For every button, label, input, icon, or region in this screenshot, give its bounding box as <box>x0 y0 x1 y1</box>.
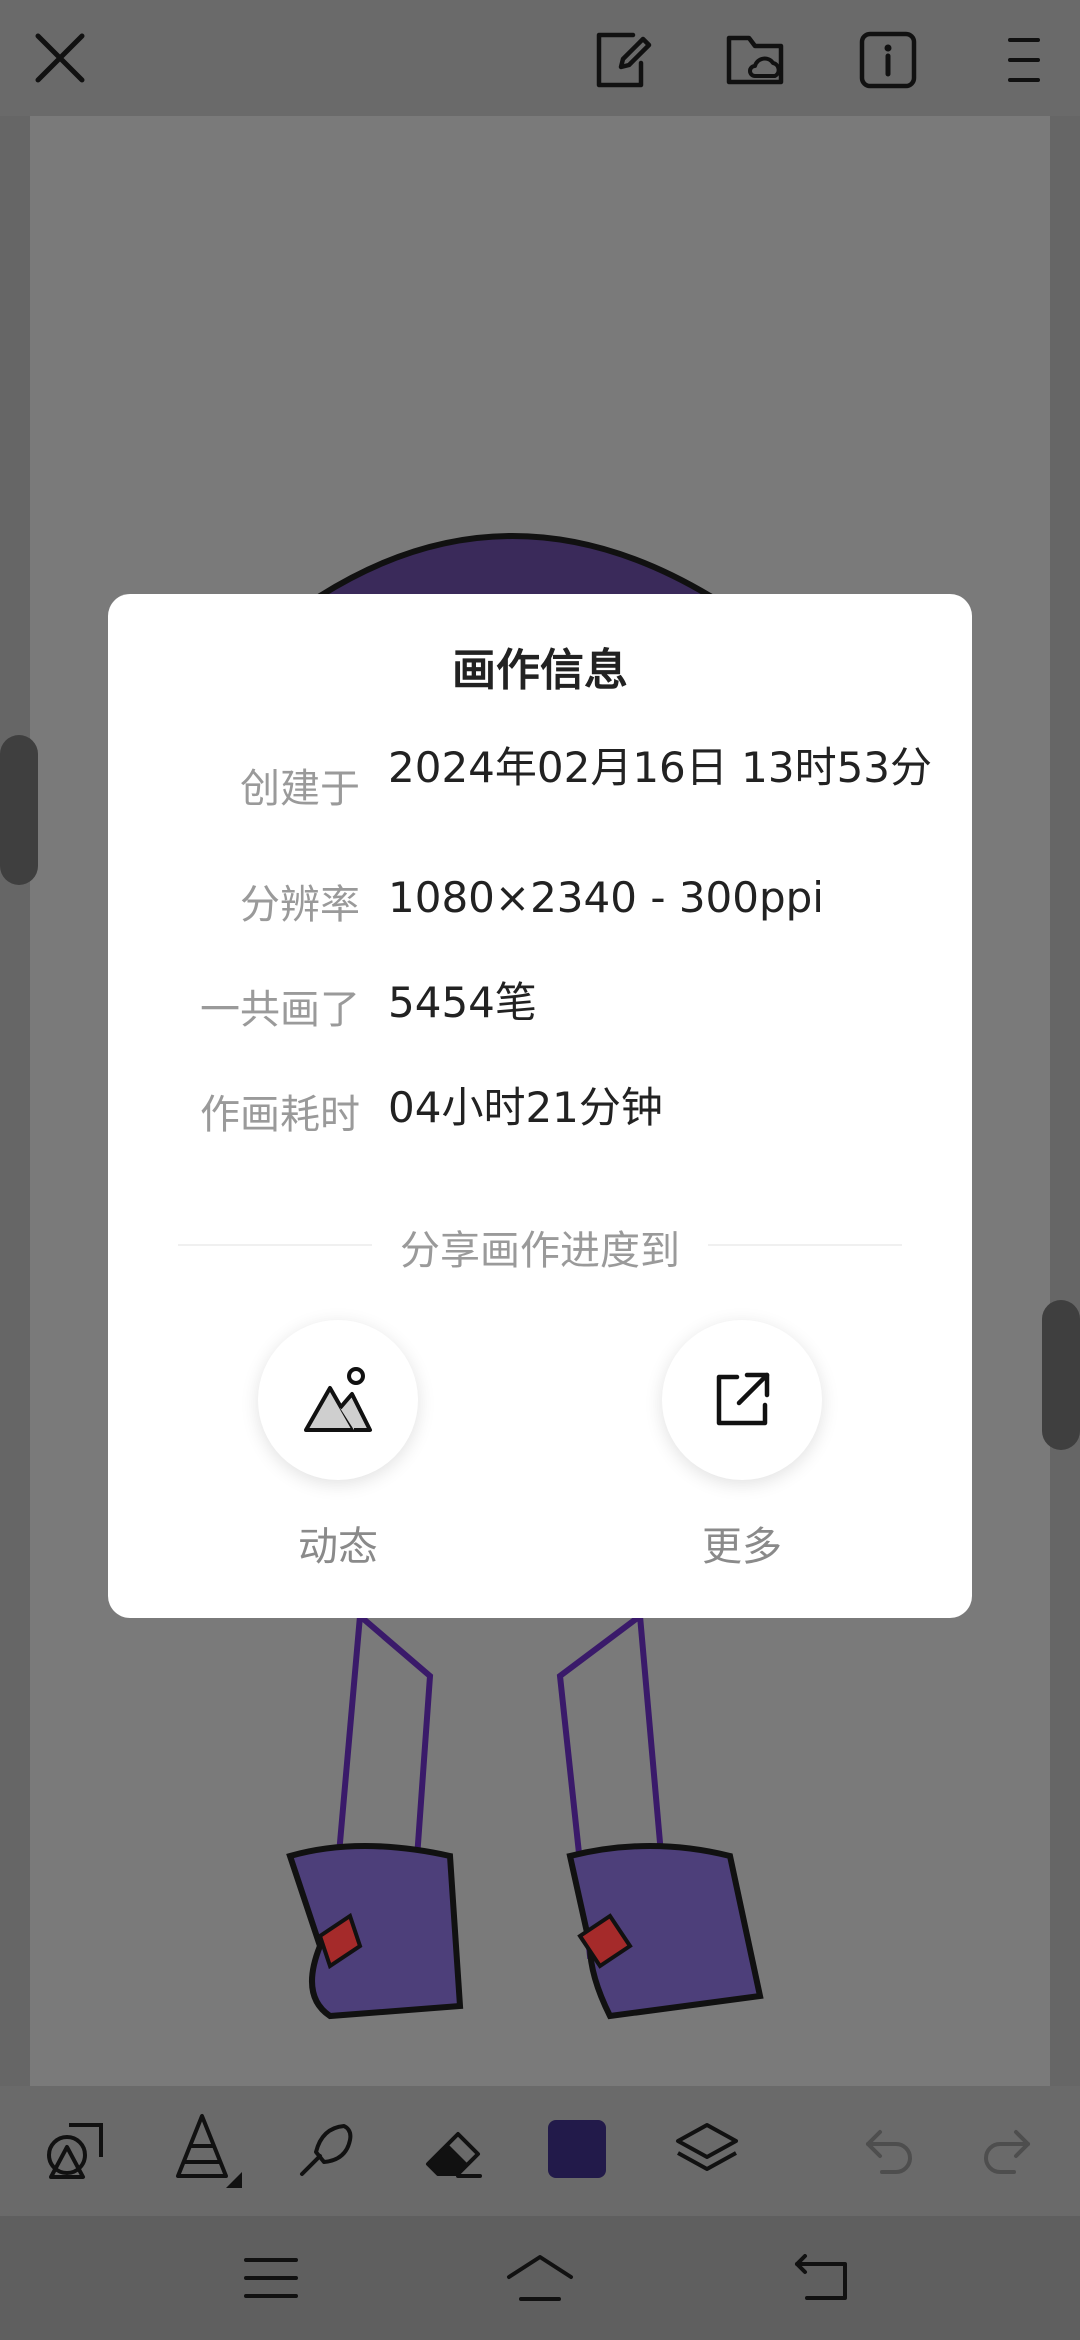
dialog-title: 画作信息 <box>452 645 628 696</box>
created-value: 2024年02月16日 13时53分 <box>388 743 933 792</box>
share-moments-label[interactable]: 动态 <box>218 1514 458 1572</box>
redo-button[interactable] <box>976 2122 1036 2182</box>
recent-apps-button[interactable] <box>240 2248 302 2308</box>
home-icon <box>507 2255 573 2301</box>
left-side-handle[interactable] <box>0 735 38 885</box>
back-icon <box>795 2254 847 2300</box>
menu-button[interactable] <box>1000 28 1048 92</box>
eraser-icon <box>426 2132 482 2178</box>
duration-label: 作画耗时 <box>200 1092 360 1138</box>
external-link-icon <box>716 1372 770 1426</box>
resolution-value: 1080×2340 - 300ppi <box>388 873 824 922</box>
menu-icon <box>1008 38 1040 82</box>
redo-icon <box>984 2130 1030 2174</box>
color-swatch[interactable] <box>548 2120 606 2178</box>
share-moments-button[interactable] <box>258 1320 418 1480</box>
home-button[interactable] <box>504 2246 576 2310</box>
tool-bar <box>0 2086 1080 2216</box>
right-side-handle[interactable] <box>1042 1300 1080 1450</box>
share-title: 分享画作进度到 <box>108 1218 972 1276</box>
shapes-icon <box>47 2123 103 2179</box>
smudge-tool[interactable] <box>290 2116 360 2186</box>
share-title-text: 分享画作进度到 <box>372 1228 708 1274</box>
shapes-tool[interactable] <box>40 2116 110 2186</box>
created-label: 创建于 <box>240 766 360 812</box>
strokes-label: 一共画了 <box>200 987 360 1033</box>
layers-icon <box>676 2123 738 2171</box>
recent-apps-icon <box>244 2258 298 2298</box>
cloud-folder-button[interactable] <box>722 28 792 92</box>
cloud-folder-icon <box>726 35 784 85</box>
close-icon <box>35 33 85 83</box>
eraser-tool[interactable] <box>418 2116 488 2186</box>
info-button[interactable] <box>856 28 920 92</box>
fill-cone-icon <box>176 2114 242 2188</box>
artwork-info-dialog: 画作信息 创建于 2024年02月16日 13时53分 分辨率 1080×234… <box>108 594 972 1618</box>
edit-note-icon <box>596 32 652 88</box>
edit-note-button[interactable] <box>592 28 656 92</box>
close-button[interactable] <box>30 28 90 88</box>
fill-tool[interactable] <box>168 2110 244 2190</box>
strokes-value: 5454笔 <box>388 978 537 1027</box>
top-bar <box>0 0 1080 116</box>
share-more-button[interactable] <box>662 1320 822 1480</box>
info-icon <box>859 31 917 89</box>
smudge-brush-icon <box>300 2124 353 2176</box>
layers-tool[interactable] <box>670 2116 744 2186</box>
mountain-icon <box>304 1367 372 1432</box>
resolution-label: 分辨率 <box>240 882 360 928</box>
back-button[interactable] <box>790 2248 854 2308</box>
undo-button[interactable] <box>860 2122 920 2182</box>
system-nav-bar <box>0 2216 1080 2340</box>
share-more-label[interactable]: 更多 <box>622 1514 862 1572</box>
duration-value: 04小时21分钟 <box>388 1083 663 1132</box>
undo-icon <box>866 2130 912 2174</box>
